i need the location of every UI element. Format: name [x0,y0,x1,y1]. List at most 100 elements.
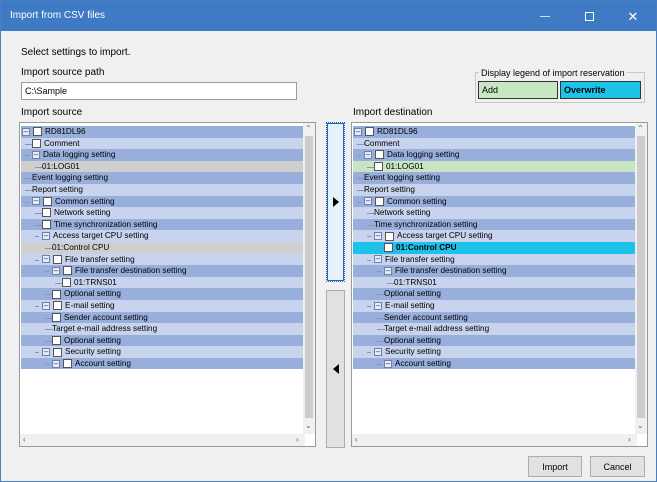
tree-row[interactable]: – E-mail setting [21,299,306,312]
destination-vertical-scrollbar[interactable]: ⌃ ⌄ [635,123,647,434]
source-vertical-scrollbar[interactable]: ⌃ ⌄ [303,123,315,434]
tree-checkbox[interactable] [375,196,384,206]
tree-row[interactable]: – Data logging setting [353,149,638,161]
tree-row[interactable]: – File transfer setting [353,253,638,266]
scroll-right-icon[interactable]: › [628,435,631,444]
collapse-icon[interactable]: – [374,232,382,241]
tree-checkbox[interactable] [63,359,72,369]
collapse-icon[interactable]: – [374,255,382,264]
tree-row[interactable]: Optional setting [21,288,306,300]
minimize-button[interactable] [523,1,567,31]
scroll-thumb[interactable] [637,136,645,418]
collapse-icon[interactable]: – [364,197,372,206]
tree-row[interactable]: Event logging setting [353,172,638,184]
source-path-field[interactable]: C:\Sample [21,82,297,100]
scroll-left-icon[interactable]: ‹ [355,435,358,444]
tree-row[interactable]: 01:LOG01 [21,160,306,173]
tree-checkbox[interactable] [53,254,62,264]
collapse-icon[interactable]: – [22,127,30,136]
tree-row[interactable]: – File transfer destination setting [353,265,638,277]
scroll-thumb[interactable] [305,136,313,418]
tree-row[interactable]: Optional setting [21,334,306,347]
tree-row[interactable]: – RD81DL96 [353,126,638,138]
source-horizontal-scrollbar[interactable]: ‹ › [20,434,305,446]
tree-row[interactable]: Network setting [21,207,306,219]
tree-row[interactable]: – File transfer destination setting [21,265,306,277]
collapse-icon[interactable]: – [354,127,362,136]
tree-row[interactable]: Report setting [353,183,638,196]
tree-row[interactable]: Sender account setting [353,311,638,324]
tree-row[interactable]: – Security setting [353,346,638,358]
tree-checkbox[interactable] [53,347,62,357]
scroll-down-icon[interactable]: ⌄ [637,421,644,430]
tree-checkbox[interactable] [42,220,51,230]
tree-row[interactable]: Target e-mail address setting [353,323,638,335]
tree-row[interactable]: 01:TRNS01 [353,276,638,289]
collapse-icon[interactable]: – [42,255,50,264]
tree-checkbox[interactable] [52,335,61,345]
collapse-icon[interactable]: – [52,266,60,275]
tree-row[interactable]: Report setting [21,183,306,196]
collapse-icon[interactable]: – [384,359,392,368]
scroll-up-icon[interactable]: ⌃ [305,124,312,133]
source-tree-panel[interactable]: – RD81DL96 Comment – Data logging setting 01:… [19,122,316,447]
tree-row[interactable]: – RD81DL96 [21,126,306,138]
tree-row[interactable]: – Data logging setting [21,149,306,161]
tree-checkbox[interactable] [53,301,62,311]
tree-row[interactable]: – Security setting [21,346,306,358]
collapse-icon[interactable]: – [374,301,382,310]
tree-checkbox[interactable] [384,243,393,253]
scroll-up-icon[interactable]: ⌃ [637,124,644,133]
scroll-right-icon[interactable]: › [296,435,299,444]
tree-checkbox[interactable] [374,162,383,172]
tree-row[interactable]: – Access target CPU setting [21,230,306,242]
collapse-icon[interactable]: – [384,266,392,275]
destination-horizontal-scrollbar[interactable]: ‹ › [352,434,637,446]
scroll-down-icon[interactable]: ⌄ [305,421,312,430]
move-to-destination-button[interactable] [326,122,345,282]
tree-checkbox[interactable] [375,150,384,160]
tree-row[interactable]: – Access target CPU setting [353,230,638,242]
tree-checkbox[interactable] [385,231,394,241]
tree-row[interactable]: – Common setting [21,195,306,208]
cancel-button[interactable]: Cancel [590,456,645,477]
close-button[interactable]: ✕ [611,1,655,31]
tree-row[interactable]: – E-mail setting [353,299,638,312]
tree-row[interactable]: – Account setting [353,357,638,370]
tree-row[interactable]: Sender account setting [21,311,306,324]
tree-row[interactable]: Network setting [353,207,638,219]
collapse-icon[interactable]: – [42,348,50,357]
tree-checkbox[interactable] [365,127,374,137]
collapse-icon[interactable]: – [52,359,60,368]
collapse-icon[interactable]: – [374,348,382,357]
tree-row[interactable]: Comment [353,137,638,150]
tree-row[interactable]: Optional setting [353,288,638,300]
tree-checkbox[interactable] [62,278,71,288]
tree-row[interactable]: Target e-mail address setting [21,323,306,335]
collapse-icon[interactable]: – [42,301,50,310]
tree-checkbox[interactable] [33,127,42,137]
collapse-icon[interactable]: – [32,150,40,159]
tree-row[interactable]: Optional setting [353,334,638,347]
collapse-icon[interactable]: – [364,150,372,159]
destination-tree-panel[interactable]: – RD81DL96 Comment – Data logging setting 01:… [351,122,648,447]
tree-row[interactable]: Time synchronization setting [21,218,306,231]
tree-row[interactable]: – Common setting [353,195,638,208]
tree-checkbox[interactable] [43,196,52,206]
tree-checkbox[interactable] [52,289,61,299]
tree-row[interactable]: 01:Control CPU [353,241,638,254]
tree-row[interactable]: 01:LOG01 [353,160,638,173]
tree-row[interactable]: Comment [21,137,306,150]
tree-row[interactable]: – Account setting [21,357,306,370]
tree-row[interactable]: 01:TRNS01 [21,276,306,289]
tree-row[interactable]: – File transfer setting [21,253,306,266]
import-button[interactable]: Import [528,456,582,477]
tree-row[interactable]: Event logging setting [21,172,306,184]
tree-row[interactable]: 01:Control CPU [21,241,306,254]
tree-checkbox[interactable] [42,208,51,218]
maximize-button[interactable] [567,1,611,31]
collapse-icon[interactable]: – [42,232,50,241]
tree-row[interactable]: Time synchronization setting [353,218,638,231]
collapse-icon[interactable]: – [32,197,40,206]
scroll-left-icon[interactable]: ‹ [23,435,26,444]
